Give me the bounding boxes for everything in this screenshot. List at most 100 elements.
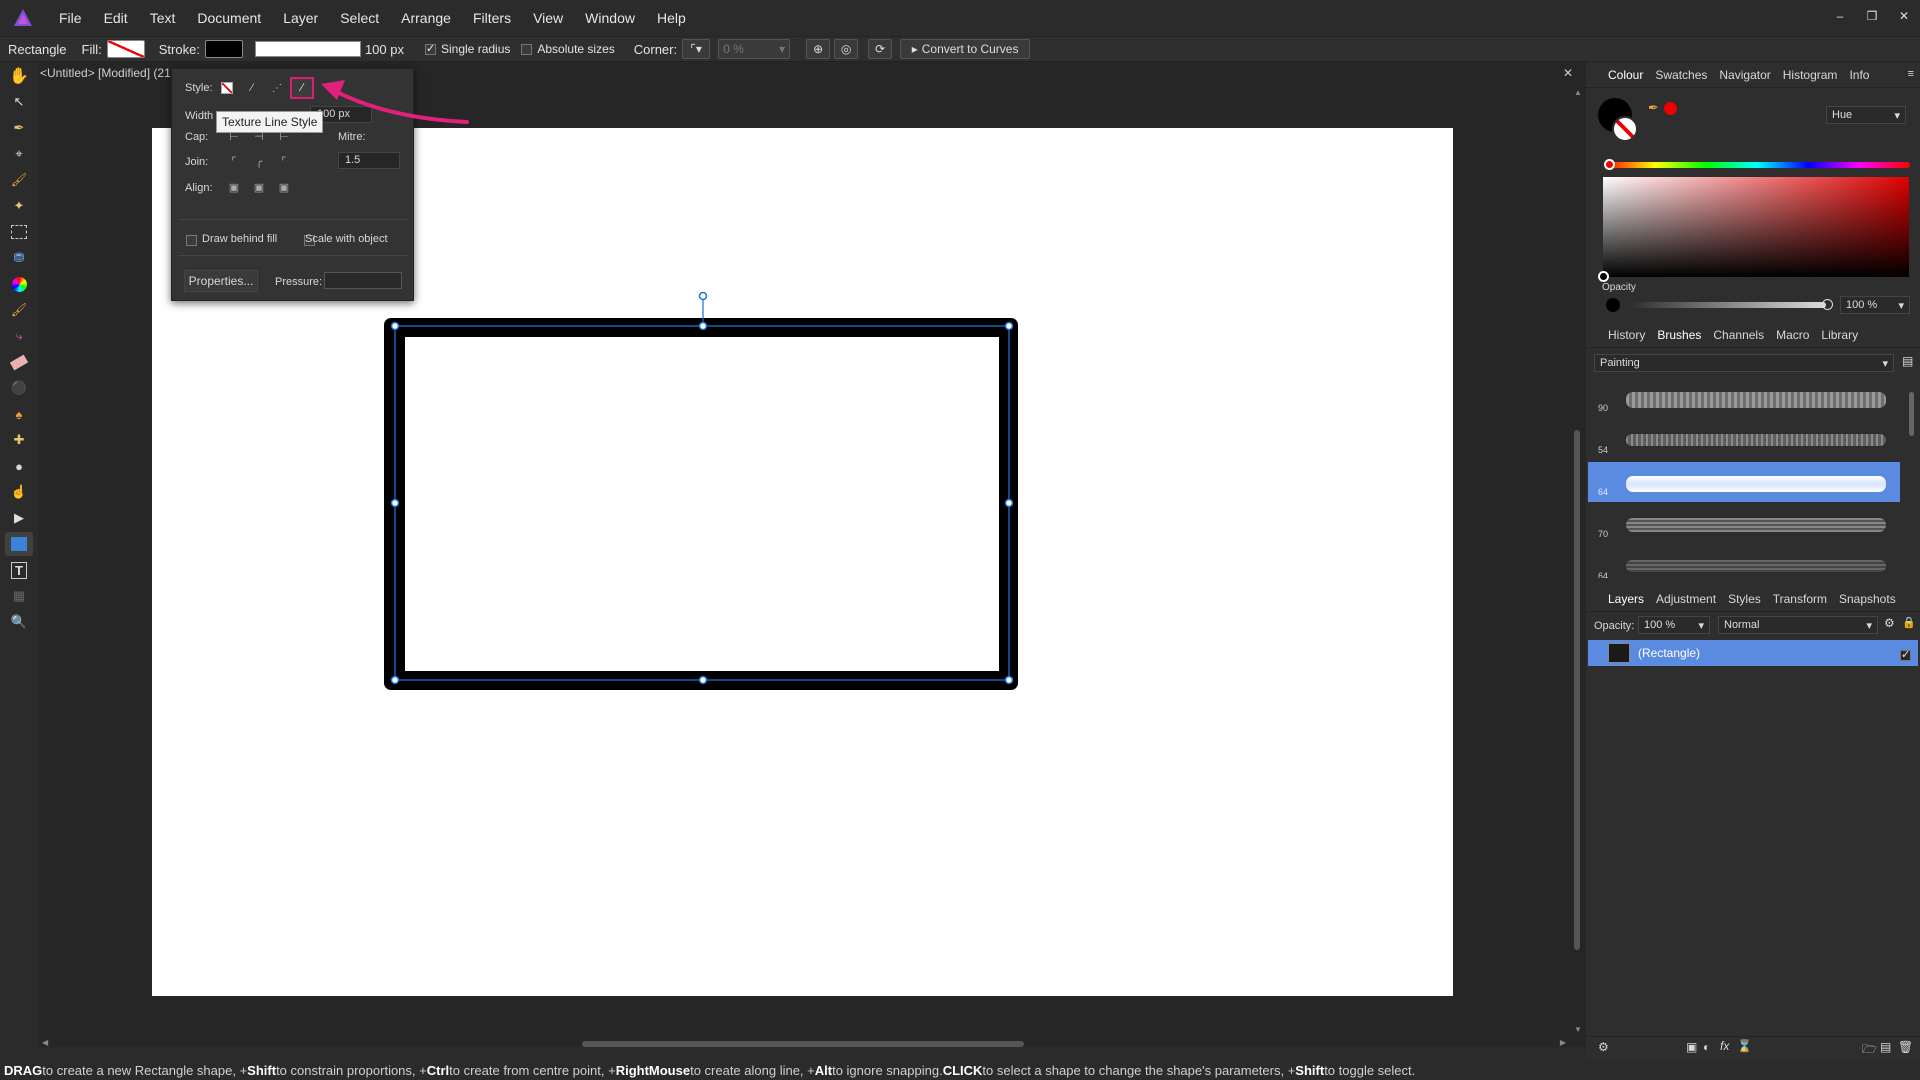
add-layer-icon[interactable]: ▤ bbox=[1880, 1040, 1891, 1054]
selection-brush-tool[interactable]: 🖌 bbox=[5, 168, 33, 192]
magic-wand-tool[interactable]: ✦ bbox=[5, 194, 33, 218]
mesh-tool[interactable]: ▦ bbox=[5, 584, 33, 608]
marquee-tool[interactable] bbox=[5, 220, 33, 244]
tab-library[interactable]: Library bbox=[1821, 328, 1858, 342]
node-tool[interactable]: ▶ bbox=[5, 506, 33, 530]
secondary-colour-swatch[interactable] bbox=[1612, 116, 1638, 142]
restore-button[interactable]: ❒ bbox=[1856, 9, 1888, 23]
layer-row[interactable]: (Rectangle) bbox=[1588, 640, 1918, 666]
convert-to-curves-button[interactable]: ▸ Convert to Curves bbox=[900, 39, 1031, 59]
view-button[interactable]: ◎ bbox=[834, 39, 859, 59]
align-center-button[interactable]: ▣ bbox=[224, 178, 244, 196]
tab-styles[interactable]: Styles bbox=[1728, 592, 1761, 606]
tab-adjustment[interactable]: Adjustment bbox=[1656, 592, 1716, 606]
close-button[interactable]: ✕ bbox=[1888, 9, 1920, 23]
layer-visibility-checkbox[interactable] bbox=[1900, 648, 1911, 662]
absolute-sizes-checkbox[interactable] bbox=[521, 43, 533, 55]
fill-swatch[interactable] bbox=[106, 40, 145, 58]
menu-arrange[interactable]: Arrange bbox=[390, 10, 462, 26]
opacity-slider[interactable] bbox=[1630, 302, 1826, 308]
mask-layer-icon[interactable]: ▣ bbox=[1686, 1040, 1697, 1054]
corner-value-field[interactable]: 0 % ▾ bbox=[718, 39, 791, 59]
mitre-join-button[interactable]: ⌜ bbox=[224, 152, 244, 170]
stroke-swatch[interactable] bbox=[204, 40, 243, 58]
dash-line-style-button[interactable]: ⋰ bbox=[267, 79, 287, 97]
draw-behind-fill-checkbox[interactable] bbox=[186, 234, 197, 246]
brush-category-dropdown[interactable]: Painting ▾ bbox=[1594, 354, 1894, 372]
menu-window[interactable]: Window bbox=[574, 10, 646, 26]
menu-layer[interactable]: Layer bbox=[272, 10, 329, 26]
saturation-brightness-box[interactable] bbox=[1603, 177, 1909, 277]
transform-button[interactable]: ⟳ bbox=[868, 39, 893, 59]
fx-icon[interactable]: fx bbox=[1720, 1039, 1729, 1053]
tab-channels[interactable]: Channels bbox=[1713, 328, 1764, 342]
align-outside-button[interactable]: ▣ bbox=[274, 178, 294, 196]
eyedropper-icon[interactable]: ✒ bbox=[1648, 100, 1659, 116]
solid-line-style-button[interactable]: ∕ bbox=[242, 79, 262, 97]
tab-history[interactable]: History bbox=[1608, 328, 1645, 342]
menu-view[interactable]: View bbox=[522, 10, 574, 26]
snap-button[interactable]: ⊕ bbox=[806, 39, 831, 59]
adjustment-layer-icon[interactable]: ◐ bbox=[1703, 1040, 1710, 1054]
corner-type-dropdown[interactable]: ⌜▾ bbox=[682, 39, 711, 59]
brush-item[interactable]: 64 bbox=[1588, 546, 1900, 578]
add-group-icon[interactable]: 🗁 bbox=[1862, 1040, 1877, 1061]
move-tool[interactable]: ↖ bbox=[5, 90, 33, 114]
menu-select[interactable]: Select bbox=[329, 10, 390, 26]
mitre-value-field[interactable]: 1.5 bbox=[338, 152, 400, 169]
layers-options-icon[interactable]: ⚙ bbox=[1598, 1040, 1609, 1054]
fill-tool[interactable]: ⛃ bbox=[5, 246, 33, 270]
brush-item-selected[interactable]: 64 bbox=[1588, 462, 1900, 502]
tab-layers[interactable]: Layers bbox=[1608, 592, 1644, 606]
menu-file[interactable]: File bbox=[48, 10, 93, 26]
tab-colour[interactable]: Colour bbox=[1608, 68, 1643, 82]
colour-mode-dropdown[interactable]: Hue ▾ bbox=[1826, 106, 1906, 124]
lock-icon[interactable]: 🔒 bbox=[1902, 616, 1916, 629]
healing-tool[interactable]: ✚ bbox=[5, 428, 33, 452]
brush-item[interactable]: 54 bbox=[1588, 420, 1900, 460]
hue-slider-handle[interactable] bbox=[1604, 159, 1615, 170]
hand-tool[interactable]: ✋ bbox=[5, 64, 33, 88]
width-slider[interactable] bbox=[254, 41, 361, 57]
tab-macro[interactable]: Macro bbox=[1776, 328, 1809, 342]
erase-tool[interactable] bbox=[5, 350, 33, 374]
layer-opacity-field[interactable]: 100 % ▾ bbox=[1638, 616, 1710, 634]
menu-document[interactable]: Document bbox=[186, 10, 272, 26]
no-line-style-button[interactable] bbox=[217, 79, 237, 97]
menu-help[interactable]: Help bbox=[646, 10, 697, 26]
panel-menu-icon[interactable]: ≡ bbox=[1908, 68, 1914, 80]
colour-picker-handle[interactable] bbox=[1598, 271, 1609, 282]
tab-info[interactable]: Info bbox=[1849, 68, 1869, 82]
horizontal-scrollbar[interactable]: ◀ ▶ bbox=[40, 1037, 1568, 1051]
pressure-curve[interactable] bbox=[324, 272, 402, 289]
recent-colour-swatch[interactable] bbox=[1664, 102, 1677, 115]
brush-menu-icon[interactable]: ▤ bbox=[1902, 354, 1913, 368]
pen-tool[interactable]: ✒ bbox=[5, 116, 33, 140]
blur-tool[interactable]: ● bbox=[5, 454, 33, 478]
trash-icon[interactable]: 🗑 bbox=[1898, 1040, 1913, 1054]
tab-transform[interactable]: Transform bbox=[1773, 592, 1827, 606]
color-picker-tool[interactable] bbox=[5, 272, 33, 296]
brush-list-scrollbar[interactable] bbox=[1908, 378, 1916, 578]
gear-icon[interactable]: ⚙ bbox=[1884, 616, 1895, 630]
round-join-button[interactable]: ╭ bbox=[249, 152, 269, 170]
clone-tool[interactable]: ♠ bbox=[5, 402, 33, 426]
brush-item[interactable]: 70 bbox=[1588, 504, 1900, 544]
tab-histogram[interactable]: Histogram bbox=[1783, 68, 1838, 82]
tab-navigator[interactable]: Navigator bbox=[1719, 68, 1770, 82]
width-value[interactable]: 100 px bbox=[365, 42, 404, 57]
text-tool[interactable]: T bbox=[5, 558, 33, 582]
zoom-tool[interactable]: 🔍 bbox=[5, 610, 33, 634]
document-tab[interactable]: <Untitled> [Modified] (21 bbox=[40, 66, 171, 86]
single-radius-checkbox[interactable] bbox=[425, 42, 436, 55]
dodge-tool[interactable]: ⚫ bbox=[5, 376, 33, 400]
close-document-icon[interactable]: ✕ bbox=[1563, 66, 1573, 80]
smudge-tool[interactable]: ☝ bbox=[5, 480, 33, 504]
paint-brush-tool[interactable]: 🖌 bbox=[5, 298, 33, 322]
tab-swatches[interactable]: Swatches bbox=[1655, 68, 1707, 82]
menu-text[interactable]: Text bbox=[139, 10, 187, 26]
rectangle-tool[interactable] bbox=[5, 532, 33, 556]
crop-tool[interactable]: ⌖ bbox=[5, 142, 33, 166]
opacity-slider-handle[interactable] bbox=[1822, 299, 1833, 310]
tab-snapshots[interactable]: Snapshots bbox=[1839, 592, 1896, 606]
